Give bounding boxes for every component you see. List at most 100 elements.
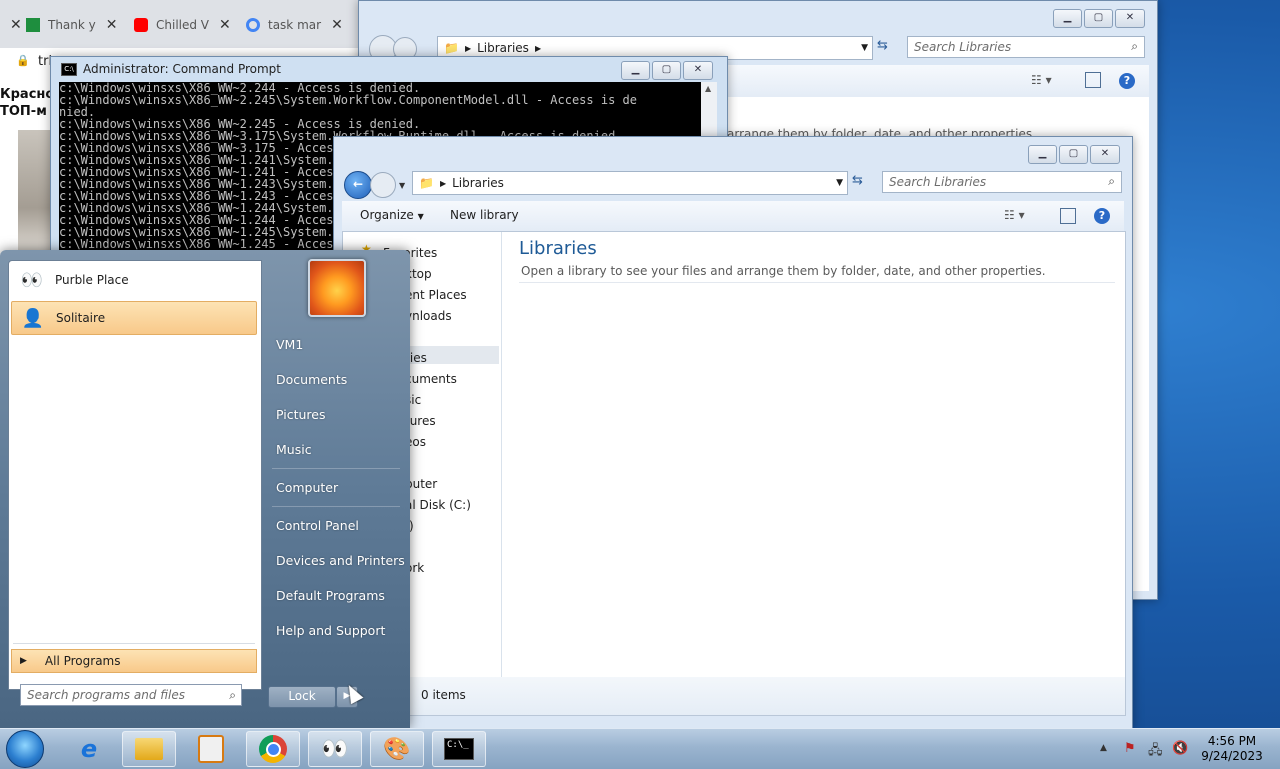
window-title: C:\ Administrator: Command Prompt — [61, 62, 281, 76]
all-programs-button[interactable]: ▶ All Programs — [11, 649, 257, 673]
divider — [519, 282, 1115, 283]
lock-button[interactable]: Lock — [268, 686, 336, 708]
browser-tab-thank-you[interactable]: Thank y ✕ — [26, 8, 118, 42]
command-bar: Organize ▼ New library ☷ ▾ ? — [342, 201, 1124, 232]
address-text: Libraries — [452, 176, 504, 190]
start-item-computer[interactable]: Computer — [276, 480, 338, 495]
program-solitaire[interactable]: 👤 Solitaire — [11, 301, 257, 335]
browser-tab-task-manager[interactable]: task mar ✕ — [246, 8, 343, 42]
command-prompt-icon: C:\ — [61, 62, 77, 76]
lock-icon: 🔒 — [16, 54, 30, 67]
browser-tab-partial[interactable]: ✕ — [0, 8, 22, 42]
google-icon — [246, 18, 260, 32]
tab-close-icon[interactable]: ✕ — [219, 17, 231, 33]
back-icon[interactable]: ← — [344, 171, 372, 199]
breadcrumb-arrow-icon: ▶ — [439, 178, 447, 188]
user-picture[interactable] — [308, 259, 366, 317]
close-button[interactable]: ✕ — [683, 61, 713, 80]
nav-item[interactable]: al Disk (C:) — [405, 498, 471, 512]
address-text: Libraries — [477, 41, 529, 55]
sheets-icon — [26, 18, 40, 32]
chevron-down-icon[interactable]: ▼ — [861, 43, 868, 53]
network-icon[interactable]: 🖧 — [1148, 741, 1163, 763]
preview-pane-icon[interactable] — [1060, 208, 1076, 224]
recent-pages-icon[interactable]: ▼ — [399, 181, 405, 190]
window-controls: ▁ ▢ ✕ — [1053, 9, 1145, 28]
start-orb[interactable] — [6, 730, 44, 768]
divider — [13, 643, 255, 644]
minimize-button[interactable]: ▁ — [621, 61, 650, 80]
paint-icon[interactable]: 🎨 — [370, 731, 424, 767]
scroll-up-icon[interactable]: ▲ — [705, 84, 711, 93]
tab-close-icon[interactable]: ✕ — [106, 17, 118, 33]
nav-item[interactable]: ent Places — [405, 288, 467, 302]
nav-item[interactable]: cuments — [405, 372, 457, 386]
command-prompt-icon[interactable]: C:\_ — [432, 731, 486, 767]
start-item-devices-printers[interactable]: Devices and Printers — [276, 553, 405, 568]
purble-place-icon: 👀 — [20, 269, 44, 291]
start-search-input[interactable]: Search programs and files ⌕ — [20, 684, 242, 706]
chrome-icon[interactable] — [246, 731, 300, 767]
solitaire-icon: 👤 — [21, 307, 45, 329]
browser-tab-strip: ✕ Thank y ✕ Chilled V ✕ task mar ✕ — [0, 0, 360, 48]
browser-tab-chilled[interactable]: Chilled V ✕ — [134, 8, 231, 42]
chevron-down-icon[interactable]: ▼ — [836, 178, 843, 188]
status-bar: 0 items — [342, 677, 1126, 716]
close-button[interactable]: ✕ — [1115, 9, 1145, 28]
clock[interactable]: 4:56 PM 9/24/2023 — [1196, 734, 1268, 764]
new-library-button[interactable]: New library — [450, 208, 519, 222]
purble-place-icon[interactable]: 👀 — [308, 731, 362, 767]
window-controls: ▁ ▢ ✕ — [1028, 145, 1120, 164]
clock-date: 9/24/2023 — [1201, 749, 1263, 763]
help-icon[interactable]: ? — [1094, 208, 1110, 224]
windows-explorer-icon[interactable] — [122, 731, 176, 767]
breadcrumb-arrow-icon: ▶ — [534, 43, 542, 53]
forward-icon[interactable] — [370, 172, 396, 198]
show-hidden-icons-icon[interactable]: ▲ — [1100, 743, 1107, 753]
internet-explorer-icon[interactable]: e — [62, 731, 116, 767]
maximize-button[interactable]: ▢ — [1084, 9, 1113, 28]
nav-item[interactable]: vnloads — [405, 309, 452, 323]
search-input[interactable]: Search Libraries ⌕ — [882, 171, 1122, 193]
start-item-help-support[interactable]: Help and Support — [276, 623, 385, 638]
start-item-pictures[interactable]: Pictures — [276, 407, 326, 422]
media-player-icon[interactable] — [184, 731, 238, 767]
folder-icon: 📁 — [419, 176, 434, 190]
youtube-icon — [134, 18, 148, 32]
search-input[interactable]: Search Libraries ⌕ — [907, 36, 1145, 58]
program-purble-place[interactable]: 👀 Purble Place — [11, 263, 257, 297]
maximize-button[interactable]: ▢ — [652, 61, 681, 80]
address-bar[interactable]: 📁 ▶ Libraries ▼ — [412, 171, 848, 195]
organize-button[interactable]: Organize ▼ — [360, 208, 424, 222]
action-center-icon[interactable]: ⚑ — [1124, 741, 1136, 756]
chevron-down-icon: ▼ — [417, 212, 424, 221]
preview-pane-icon[interactable] — [1085, 72, 1101, 88]
explorer-window: ▁ ▢ ✕ ← ▼ 📁 ▶ Libraries ▼ ⇆ Search Libra… — [333, 136, 1133, 730]
tab-close-icon[interactable]: ✕ — [331, 17, 343, 33]
search-icon: ⌕ — [1131, 39, 1138, 53]
view-options-icon[interactable]: ☷ ▾ — [1031, 73, 1052, 87]
console-line: c:\Windows\winsxs\X86_WW~2.245\System.Wo… — [59, 93, 637, 107]
clock-time: 4:56 PM — [1207, 734, 1257, 748]
volume-muted-icon[interactable]: 🔇 — [1172, 741, 1188, 756]
arrow-right-icon: ▶ — [20, 656, 27, 666]
refresh-icon[interactable]: ⇆ — [852, 173, 874, 193]
divider — [272, 506, 400, 507]
start-item-control-panel[interactable]: Control Panel — [276, 518, 359, 533]
close-button[interactable]: ✕ — [1090, 145, 1120, 164]
content-area: ★ Favorites ktop ent Places vnloads ries… — [342, 231, 1126, 679]
start-item-music[interactable]: Music — [276, 442, 312, 457]
refresh-icon[interactable]: ⇆ — [877, 38, 897, 58]
start-menu: 👀 Purble Place 👤 Solitaire ▶ All Program… — [0, 250, 410, 728]
minimize-button[interactable]: ▁ — [1053, 9, 1082, 28]
maximize-button[interactable]: ▢ — [1059, 145, 1088, 164]
minimize-button[interactable]: ▁ — [1028, 145, 1057, 164]
start-item-vm1[interactable]: VM1 — [276, 337, 303, 352]
help-icon[interactable]: ? — [1119, 73, 1135, 89]
start-item-documents[interactable]: Documents — [276, 372, 347, 387]
divider — [272, 468, 400, 469]
folder-icon: 📁 — [444, 41, 459, 55]
back-forward-buttons: ← ▼ — [344, 171, 405, 199]
view-options-icon[interactable]: ☷ ▾ — [1004, 208, 1025, 222]
start-item-default-programs[interactable]: Default Programs — [276, 588, 385, 603]
